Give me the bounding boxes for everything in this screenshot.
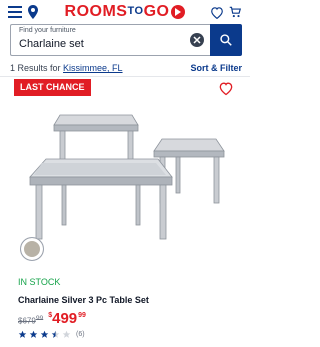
- rooms-to-go-logo[interactable]: ROOMSTOGO: [42, 4, 208, 20]
- half-star-icon: [51, 330, 60, 338]
- star-icon: [18, 330, 27, 338]
- search-input[interactable]: [17, 36, 191, 52]
- product-title[interactable]: Charlaine Silver 3 Pc Table Set: [18, 295, 149, 305]
- sale-price: $49999: [48, 310, 86, 327]
- heart-outline-icon[interactable]: [218, 81, 234, 97]
- logo-play-icon: [171, 5, 186, 19]
- search-label: Find your furniture: [19, 27, 76, 34]
- location-link[interactable]: Kissimmee, FL: [63, 63, 123, 73]
- last-chance-badge: LAST CHANCE: [14, 79, 91, 96]
- coffee-table-set-image[interactable]: [20, 103, 230, 273]
- star-icon: [40, 330, 49, 338]
- hamburger-menu-icon[interactable]: [6, 3, 24, 21]
- sort-filter-button[interactable]: Sort & Filter: [190, 63, 242, 73]
- search-button[interactable]: [210, 24, 242, 56]
- product-card[interactable]: LAST CHANCE IN STOCK Charlaine Silver 3 …: [10, 77, 240, 347]
- price-row: $67999 $49999: [18, 311, 86, 326]
- results-bar: 1 Results for Kissimmee, FL Sort & Filte…: [10, 62, 242, 74]
- clear-x-icon[interactable]: [190, 33, 204, 47]
- stock-status: IN STOCK: [18, 277, 61, 287]
- results-summary: 1 Results for Kissimmee, FL: [10, 63, 123, 73]
- logo-text: ROOMSTOGO: [64, 3, 170, 20]
- star-rating[interactable]: (6): [18, 330, 85, 339]
- coffee-table-front: [29, 158, 173, 240]
- heart-icon[interactable]: [208, 3, 226, 21]
- results-count: 1 Results for: [10, 63, 64, 73]
- search-field[interactable]: Find your furniture: [10, 24, 210, 56]
- map-pin-icon[interactable]: [24, 3, 42, 21]
- original-price: $67999: [18, 315, 44, 326]
- search-icon: [220, 34, 232, 46]
- top-navigation-bar: ROOMSTOGO: [0, 0, 250, 24]
- cart-icon[interactable]: [226, 3, 244, 21]
- empty-star-icon: [62, 330, 71, 338]
- color-swatch[interactable]: [20, 237, 44, 261]
- star-icon: [29, 330, 38, 338]
- rating-count: (6): [76, 331, 85, 338]
- search-bar: Find your furniture: [10, 24, 242, 56]
